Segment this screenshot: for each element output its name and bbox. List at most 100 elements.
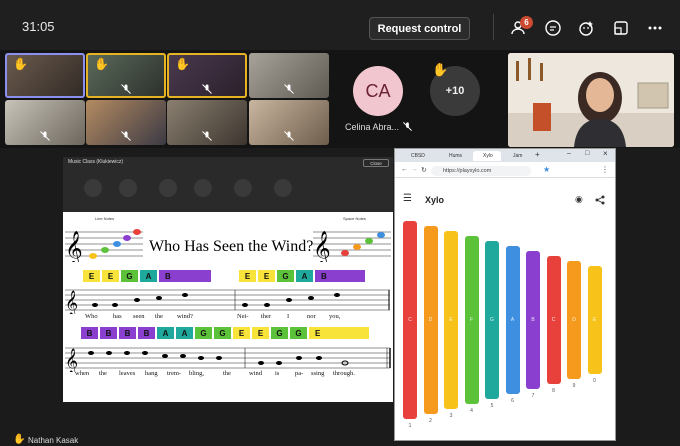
close-window-icon[interactable]: × xyxy=(603,149,608,158)
xylo-bar-note: A xyxy=(510,317,515,323)
reload-icon[interactable]: ↻ xyxy=(421,166,427,174)
mic-off-icon xyxy=(202,131,212,141)
request-control-button[interactable]: Request control xyxy=(369,17,470,40)
xylo-bar-key: 7 xyxy=(531,393,535,399)
presentation-controls xyxy=(84,179,292,197)
xylo-bar[interactable]: G xyxy=(485,241,499,399)
xylo-bar[interactable]: A xyxy=(505,246,520,394)
note-box: E xyxy=(239,270,256,282)
xylo-bar-note: D xyxy=(428,317,433,323)
lyric-word: I xyxy=(287,313,290,320)
star-icon[interactable]: ★ xyxy=(543,165,550,174)
new-tab-icon[interactable]: + xyxy=(535,150,540,159)
forward-icon[interactable]: → xyxy=(411,166,418,173)
lyric-word: seen xyxy=(133,313,145,320)
lyric-word: the xyxy=(99,370,107,377)
note-box: E xyxy=(309,327,369,339)
share-app-icon[interactable] xyxy=(595,195,605,205)
space-notes-staff: 𝄞 xyxy=(313,231,391,262)
xylo-bar-note: E xyxy=(449,317,453,323)
avatar[interactable]: CA xyxy=(353,66,403,116)
more-icon[interactable] xyxy=(642,15,668,41)
xylo-bar-key: 8 xyxy=(552,388,555,394)
xylo-bar[interactable]: E xyxy=(587,266,602,374)
active-speaker-video[interactable] xyxy=(508,53,674,147)
participant-tile[interactable] xyxy=(249,53,329,98)
xylo-bar[interactable]: D xyxy=(423,226,438,414)
xylo-bar[interactable]: C xyxy=(546,256,561,384)
lyric-word: you, xyxy=(329,313,341,320)
lyrics-line-1: Who has seen the wind? Nei- ther I nor y… xyxy=(85,313,385,320)
xylo-bar-note: B xyxy=(531,317,535,323)
browser-tab[interactable]: CBSD xyxy=(401,151,437,161)
xylo-bar[interactable]: D xyxy=(567,261,581,379)
participant-tile[interactable] xyxy=(5,100,85,145)
lyric-word: the xyxy=(223,370,231,377)
lyric-word: hang xyxy=(145,370,158,377)
line-notes-label: Line Notes xyxy=(95,216,115,221)
xylo-bar[interactable]: E xyxy=(444,231,458,409)
xylo-bar[interactable]: C xyxy=(403,221,417,419)
lyric-word: the xyxy=(155,313,163,320)
close-button[interactable]: Close xyxy=(363,159,389,167)
reactions-icon[interactable] xyxy=(574,15,600,41)
staff-line-1: 𝄞 xyxy=(65,289,390,314)
xylo-bar-note: C xyxy=(408,317,412,323)
participant-tile[interactable] xyxy=(249,100,329,145)
xylo-bar-note: C xyxy=(551,317,556,323)
xylo-bar-key: 6 xyxy=(511,398,514,404)
xylo-bar-key: 9 xyxy=(572,383,576,389)
hamburger-menu-icon[interactable]: ☰ xyxy=(403,193,412,204)
participant-tile[interactable]: ✋ xyxy=(167,53,247,98)
xylo-bar[interactable]: B xyxy=(526,251,540,389)
note-row-1a: E E G A B xyxy=(83,270,213,282)
raised-hand-icon: ✋ xyxy=(13,57,28,71)
song-title: Who Has Seen the Wind? xyxy=(149,238,314,255)
lyric-word: trem- xyxy=(167,370,182,377)
mic-off-icon xyxy=(403,122,412,131)
lyric-word: ther xyxy=(261,313,272,320)
eye-icon[interactable]: ◉ xyxy=(575,194,583,205)
note-row-1b: E E G A B xyxy=(239,270,367,282)
browser-address-bar: ← → ↻ https://playxylo.com ★ ⋮ xyxy=(395,163,615,178)
mic-off-icon xyxy=(202,84,212,94)
note-box: B xyxy=(138,327,155,339)
participant-tile[interactable] xyxy=(86,100,166,145)
meeting-timer: 31:05 xyxy=(22,19,55,34)
participant-tile[interactable]: ✋ xyxy=(5,53,85,98)
browser-tab-active[interactable]: Xylo xyxy=(473,151,501,161)
tab-label: CBSD xyxy=(411,153,425,159)
note-box: E xyxy=(233,327,250,339)
note-box: E xyxy=(258,270,275,282)
note-box: G xyxy=(290,327,307,339)
toolbar-divider xyxy=(493,14,494,40)
mic-off-icon xyxy=(121,84,131,94)
participant-tile[interactable]: ✋ xyxy=(86,53,166,98)
minimize-icon[interactable]: – xyxy=(567,150,571,157)
browser-tab-strip: CBSD Hums Xylo Jam + – □ × xyxy=(395,149,615,162)
chat-icon[interactable] xyxy=(540,15,566,41)
mic-off-icon xyxy=(40,131,50,141)
url-input[interactable]: https://playxylo.com xyxy=(431,166,531,176)
browser-tab[interactable]: Hums xyxy=(439,151,471,161)
xylo-bar[interactable]: F xyxy=(464,236,479,404)
participant-tile[interactable] xyxy=(167,100,247,145)
browser-tab[interactable]: Jam xyxy=(503,151,535,161)
teams-meeting-window: 31:05 Request control 6 ✋ ✋ ✋ CA Celina … xyxy=(0,0,680,446)
lyric-word: wind xyxy=(249,370,262,377)
back-icon[interactable]: ← xyxy=(401,166,408,173)
maximize-icon[interactable]: □ xyxy=(585,150,589,157)
note-box: A xyxy=(176,327,193,339)
xylo-app-header: ☰ Xylo ◉ xyxy=(395,179,615,209)
share-icon[interactable] xyxy=(608,15,634,41)
staff-line-2: 𝄞 xyxy=(65,347,391,372)
note-box: A xyxy=(140,270,157,282)
lyric-word: Nei- xyxy=(237,313,249,320)
raised-hand-icon: ✋ xyxy=(432,62,449,77)
xylo-bar-note: D xyxy=(572,317,576,323)
participant-name: Celina Abra... xyxy=(345,122,400,132)
menu-dots-icon[interactable]: ⋮ xyxy=(601,165,609,174)
lyric-word: Who xyxy=(85,313,98,320)
mic-off-icon xyxy=(121,131,131,141)
note-row-2: B B B B A A G G E E G G E xyxy=(81,327,371,339)
